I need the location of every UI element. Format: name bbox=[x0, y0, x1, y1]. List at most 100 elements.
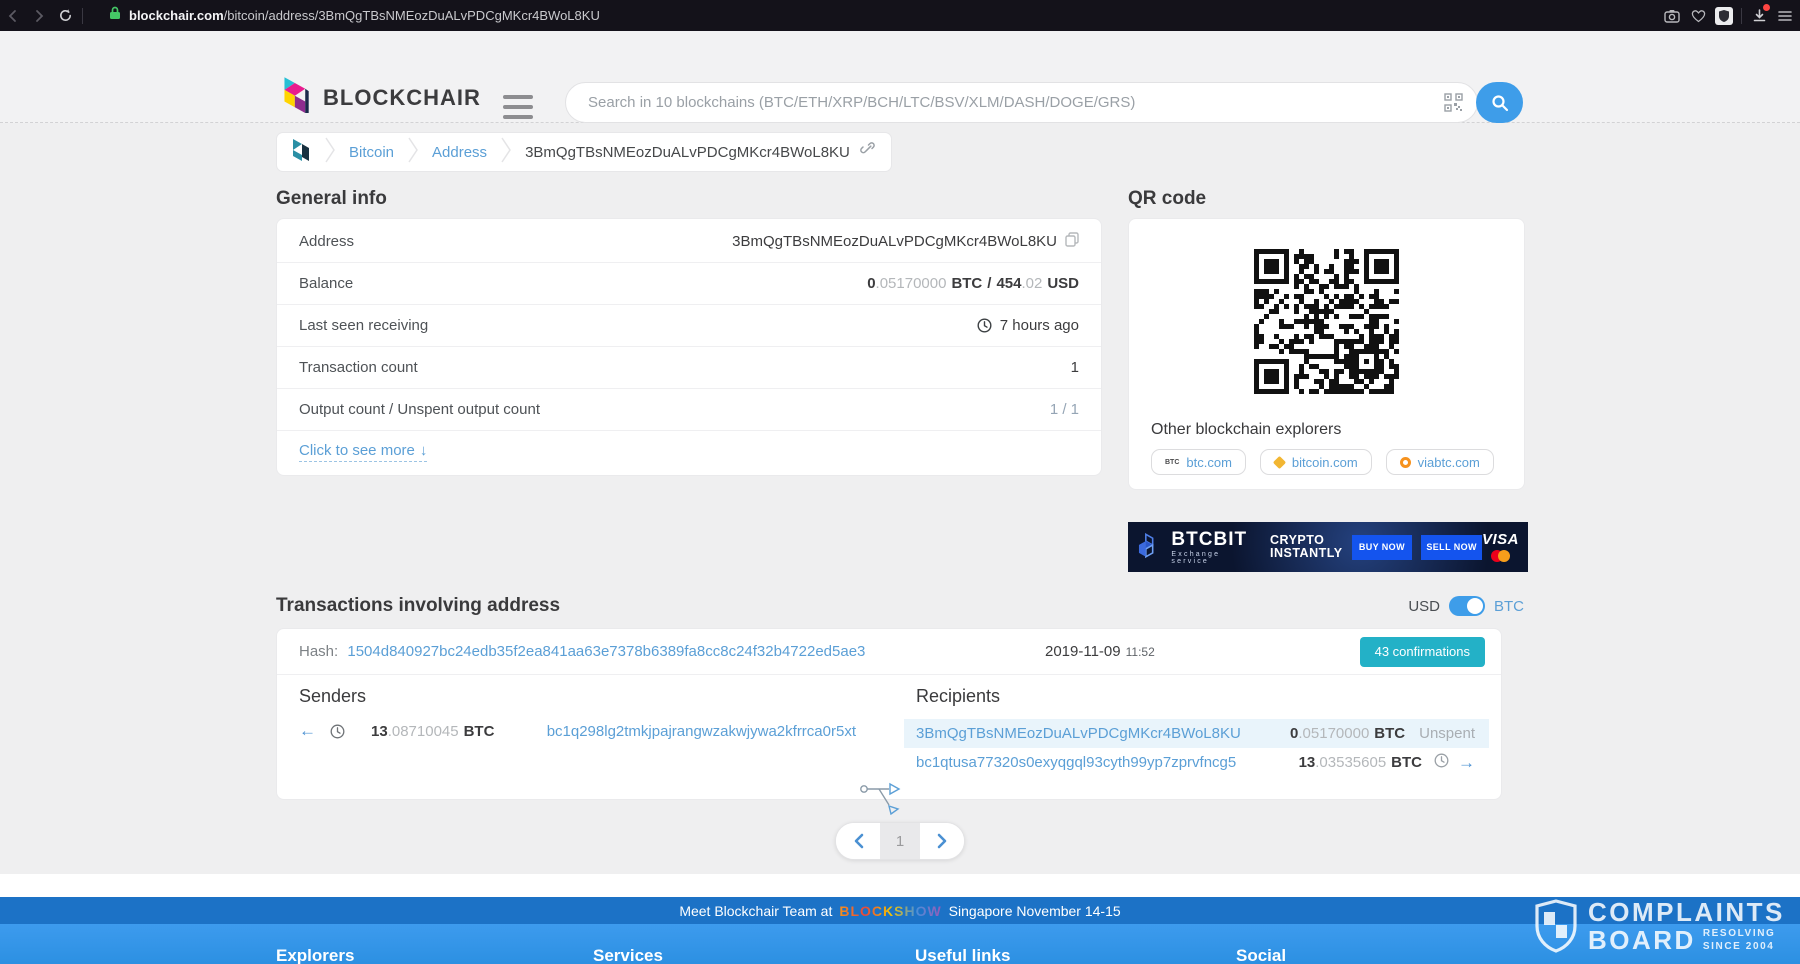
search-input[interactable] bbox=[565, 82, 1478, 123]
ad-subtitle: Exchange service bbox=[1171, 551, 1260, 565]
sender-address-link[interactable]: bc1q298lg2tmkjpajrangwzakwjywa2kfrrca0r5… bbox=[547, 723, 856, 740]
explorer-bitcoin-com[interactable]: bitcoin.com bbox=[1260, 449, 1372, 475]
chevron-right-icon bbox=[408, 137, 418, 168]
currency-toggle-group: USD BTC bbox=[1408, 596, 1524, 616]
transaction-body: Senders ← 13.08710045BTC bc1q298lg2tmkjp… bbox=[277, 675, 1501, 777]
screenshot-icon[interactable] bbox=[1659, 0, 1685, 31]
breadcrumb-address[interactable]: Address bbox=[432, 144, 487, 161]
tx-count-label: Transaction count bbox=[299, 359, 418, 376]
qr-scan-icon[interactable] bbox=[1444, 93, 1463, 117]
flow-connector-icon bbox=[859, 779, 905, 820]
recipient-row: 3BmQgTBsNMEozDuALvPDCgMKcr4BWoL8KU 0.051… bbox=[904, 719, 1489, 748]
download-icon[interactable] bbox=[1746, 0, 1772, 31]
extension-shield-icon[interactable] bbox=[1711, 0, 1737, 31]
row-last-seen: Last seen receiving 7 hours ago bbox=[277, 305, 1101, 347]
banner-pre-text: Meet Blockchair Team at bbox=[679, 903, 832, 919]
address-label: Address bbox=[299, 233, 354, 250]
chevron-left-icon bbox=[853, 833, 864, 849]
breadcrumb-bitcoin[interactable]: Bitcoin bbox=[349, 144, 394, 161]
bookmark-heart-icon[interactable] bbox=[1685, 0, 1711, 31]
sender-amount: 13.08710045BTC bbox=[371, 723, 494, 740]
transaction-date: 2019-11-09 bbox=[1045, 643, 1121, 660]
btcbit-ad-banner[interactable]: BTCBIT Exchange service CRYPTO INSTANTLY… bbox=[1128, 522, 1528, 572]
pagination: 1 bbox=[835, 822, 965, 860]
currency-toggle[interactable] bbox=[1449, 596, 1485, 616]
url-bar[interactable]: blockchair.com/bitcoin/address/3BmQgTBsN… bbox=[129, 8, 600, 23]
toolbar-divider bbox=[82, 8, 83, 24]
recipient-row: bc1qtusa77320s0exyqgql93cyth99yp7zprvfnc… bbox=[904, 748, 1489, 777]
qr-code bbox=[1254, 249, 1399, 394]
breadcrumb-chain-icon[interactable] bbox=[291, 139, 311, 166]
output-count-value: 1 / 1 bbox=[1050, 401, 1079, 418]
chevron-right-icon bbox=[325, 137, 335, 168]
forward-icon[interactable] bbox=[26, 0, 52, 31]
hamburger-menu-icon[interactable] bbox=[503, 95, 533, 119]
explorer-viabtc-com[interactable]: viabtc.com bbox=[1386, 449, 1494, 475]
row-balance: Balance 0.05170000BTC/454.02USD bbox=[277, 263, 1101, 305]
transaction-hash-row: Hash: 1504d840927bc24edb35f2ea841aa63e73… bbox=[277, 629, 1501, 675]
watermark-line2: BOARD bbox=[1588, 927, 1696, 953]
next-page-button[interactable] bbox=[920, 823, 964, 859]
copy-icon[interactable] bbox=[1065, 232, 1079, 251]
btcbit-logo-icon bbox=[1137, 532, 1164, 562]
left-arrow-icon[interactable]: ← bbox=[299, 721, 316, 741]
toolbar-divider bbox=[1741, 8, 1742, 24]
down-arrow-icon: ↓ bbox=[420, 442, 428, 459]
qr-title: QR code bbox=[1128, 188, 1206, 210]
download-badge bbox=[1763, 4, 1770, 11]
explorer-btc-com[interactable]: BTC btc.com bbox=[1151, 449, 1246, 475]
row-address: Address 3BmQgTBsNMEozDuALvPDCgMKcr4BWoL8… bbox=[277, 221, 1101, 263]
senders-title: Senders bbox=[299, 686, 904, 707]
reload-icon[interactable] bbox=[52, 0, 78, 31]
transaction-card: Hash: 1504d840927bc24edb35f2ea841aa63e73… bbox=[276, 628, 1502, 800]
blockshow-banner[interactable]: Meet Blockchair Team at BLOCKSHOW Singap… bbox=[0, 897, 1800, 924]
footer-spacer bbox=[0, 874, 1800, 897]
brand-name: BLOCKCHAIR bbox=[323, 85, 481, 111]
toggle-knob bbox=[1467, 598, 1483, 614]
clock-icon[interactable] bbox=[1434, 753, 1449, 772]
complaintsboard-watermark: COMPLAINTS BOARD RESOLVING SINCE 2004 bbox=[1533, 899, 1785, 953]
blockchair-logo-icon bbox=[281, 77, 311, 119]
recipient-address-link[interactable]: bc1qtusa77320s0exyqgql93cyth99yp7zprvfnc… bbox=[916, 754, 1236, 771]
sell-now-button[interactable]: SELL NOW bbox=[1421, 535, 1482, 560]
recipient-address-link[interactable]: 3BmQgTBsNMEozDuALvPDCgMKcr4BWoL8KU bbox=[916, 725, 1241, 742]
secure-lock-icon[interactable] bbox=[109, 6, 121, 25]
blockchair-logo[interactable]: BLOCKCHAIR bbox=[281, 77, 481, 119]
payment-logos: VISA bbox=[1482, 532, 1519, 562]
usd-label[interactable]: USD bbox=[1408, 598, 1440, 615]
prev-page-button[interactable] bbox=[836, 823, 880, 859]
output-count-label: Output count / Unspent output count bbox=[299, 401, 540, 418]
recipients-title: Recipients bbox=[904, 686, 1489, 707]
site-header: BLOCKCHAIR bbox=[0, 31, 1800, 123]
ad-brand: BTCBIT bbox=[1171, 530, 1260, 549]
explorer-buttons: BTC btc.com bitcoin.com viabtc.com bbox=[1151, 449, 1494, 475]
transaction-time: 11:52 bbox=[1126, 645, 1155, 659]
ad-tagline: CRYPTO INSTANTLY bbox=[1270, 534, 1343, 560]
menu-icon[interactable] bbox=[1772, 0, 1798, 31]
last-seen-label: Last seen receiving bbox=[299, 317, 428, 334]
footer-col-services: Services bbox=[593, 946, 663, 964]
see-more-link[interactable]: Click to see more↓ bbox=[299, 442, 427, 462]
btc-label[interactable]: BTC bbox=[1494, 598, 1524, 615]
search-button[interactable] bbox=[1476, 82, 1523, 123]
other-explorers-label: Other blockchain explorers bbox=[1151, 421, 1341, 439]
current-page: 1 bbox=[880, 823, 920, 859]
back-icon[interactable] bbox=[0, 0, 26, 31]
mastercard-logo bbox=[1491, 550, 1510, 562]
recipients-pane: Recipients 3BmQgTBsNMEozDuALvPDCgMKcr4BW… bbox=[904, 686, 1489, 777]
buy-now-button[interactable]: BUY NOW bbox=[1352, 535, 1413, 560]
confirmations-button[interactable]: 43 confirmations bbox=[1360, 637, 1485, 667]
footer-col-explorers: Explorers bbox=[276, 946, 354, 964]
breadcrumb: Bitcoin Address 3BmQgTBsNMEozDuALvPDCgMK… bbox=[276, 132, 892, 172]
clock-icon[interactable] bbox=[330, 724, 345, 739]
visa-logo: VISA bbox=[1482, 532, 1519, 547]
permalink-icon[interactable] bbox=[860, 142, 875, 162]
right-arrow-icon[interactable]: → bbox=[1458, 753, 1475, 773]
watermark-line1: COMPLAINTS bbox=[1588, 897, 1785, 927]
balance-label: Balance bbox=[299, 275, 353, 292]
magnifier-icon bbox=[1491, 94, 1509, 112]
clock-icon bbox=[977, 318, 992, 333]
transaction-hash-link[interactable]: 1504d840927bc24edb35f2ea841aa63e7378b638… bbox=[347, 643, 865, 660]
btc-com-icon: BTC bbox=[1165, 459, 1179, 466]
screen: { "browser": { "url_domain": "blockchair… bbox=[0, 0, 1800, 964]
